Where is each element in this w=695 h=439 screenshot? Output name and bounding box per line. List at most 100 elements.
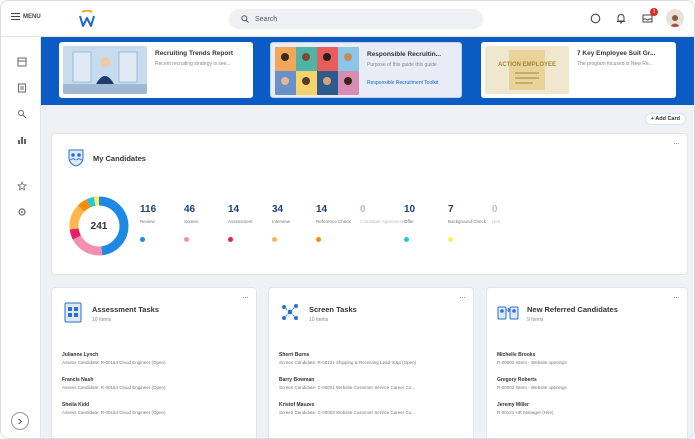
task-description: R-00002 Intern - Website openings xyxy=(497,360,567,365)
pipeline-stage[interactable]: 7 Background Check xyxy=(448,204,492,242)
stage-color-dot xyxy=(404,237,409,242)
stage-count: 14 xyxy=(228,204,240,215)
expand-sidebar-button[interactable] xyxy=(11,412,29,430)
more-options-icon[interactable]: ··· xyxy=(673,138,680,148)
candidate-name: Jeremy Miller xyxy=(497,402,529,408)
task-item[interactable]: Gregory Roberts R-00002 Intern - Website … xyxy=(497,377,682,390)
stage-label: Hire xyxy=(492,219,501,224)
task-item[interactable]: Julianne Lynch Assess Candidate: R-00164 … xyxy=(62,352,247,365)
donut-total: 241 xyxy=(90,220,108,232)
stage-label: Interview xyxy=(272,219,291,224)
banner-card-responsible-recruiting[interactable]: Responsible Recruitin... Purpose of this… xyxy=(270,42,462,98)
candidate-name: Gregory Roberts xyxy=(497,377,537,383)
task-description: Assess Candidate: R-00164 Cloud Engineer… xyxy=(62,385,166,390)
search-people-icon[interactable] xyxy=(17,109,27,119)
more-options-icon[interactable]: ··· xyxy=(673,292,680,302)
chat-icon[interactable] xyxy=(588,11,602,25)
hamburger-icon xyxy=(11,13,20,20)
stage-count: 10 xyxy=(404,204,416,215)
candidate-name: Sheila Kidd xyxy=(62,402,90,408)
banner-card-title: 7 Key Employee Suit Gr... xyxy=(577,50,656,57)
task-item[interactable]: Sheila Kidd Assess Candidate: R-00164 Clo… xyxy=(62,402,247,415)
stage-label: Assessment xyxy=(228,219,253,224)
task-item[interactable]: Jeremy Miller R-00121 HR Manager (Hire) xyxy=(497,402,682,415)
stage-label: Reference Check xyxy=(316,219,351,224)
add-card-button[interactable]: + Add Card xyxy=(644,113,686,125)
list-icon[interactable] xyxy=(17,83,27,93)
pipeline-stage[interactable]: 0 Hire xyxy=(492,204,536,242)
task-item[interactable]: Kristof Mauzes Screen Candidate: C-00003 … xyxy=(279,402,464,415)
network-nodes-icon xyxy=(282,304,298,320)
stage-count: 14 xyxy=(316,204,328,215)
banner-card-link[interactable]: Responsible Recruitment Toolkit xyxy=(367,80,441,86)
user-avatar[interactable] xyxy=(666,9,684,27)
task-description: Screen Candidate: R-00121 Shipping & Rec… xyxy=(279,360,417,365)
more-options-icon[interactable]: ··· xyxy=(242,292,249,302)
task-item[interactable]: Francis Nash Assess Candidate: R-00164 Cl… xyxy=(62,377,247,390)
candidates-donut-chart: 241 xyxy=(67,194,131,258)
menu-label: MENU xyxy=(23,13,41,20)
task-description: Assess Candidate: R-00164 Cloud Engineer… xyxy=(62,410,166,415)
candidate-name: Michelle Brooks xyxy=(497,352,536,358)
task-item[interactable]: Barry Bowman Screen Candidate: C-00001 We… xyxy=(279,377,464,390)
stage-label: Screen xyxy=(184,219,199,224)
banner-image xyxy=(275,47,359,95)
stage-color-dot xyxy=(272,237,277,242)
my-candidates-card: ··· My Candidates 241 116 Review 46 Screen 1… xyxy=(51,133,688,275)
screen-tasks-card: ··· Screen Tasks 10 Items Sherri Burns Sc… xyxy=(268,287,474,438)
stage-color-dot xyxy=(228,237,233,242)
banner-image xyxy=(63,46,147,94)
more-options-icon[interactable]: ··· xyxy=(459,292,466,302)
inbox-icon[interactable]: 1 xyxy=(640,8,658,25)
banner-card-subtitle: Purpose of this guide this guide xyxy=(367,62,437,68)
item-count: 9 Items xyxy=(527,317,544,323)
star-icon[interactable] xyxy=(17,181,27,191)
menu-button[interactable]: MENU xyxy=(11,13,41,20)
pipeline-stage[interactable]: 0 Candidate Agreement xyxy=(360,204,404,242)
stage-count: 0 xyxy=(360,204,366,215)
candidates-icon xyxy=(68,149,84,167)
task-description: R-00002 Intern - Website openings xyxy=(497,385,567,390)
pipeline-stage[interactable]: 116 Review xyxy=(140,204,184,242)
workday-logo[interactable] xyxy=(79,10,95,28)
search-bar[interactable]: Search xyxy=(229,9,483,29)
stage-color-dot xyxy=(184,237,189,242)
panel-title: New Referred Candidates xyxy=(527,305,618,314)
pipeline-stage[interactable]: 46 Screen xyxy=(184,204,228,242)
panel-title: Assessment Tasks xyxy=(92,305,159,314)
left-sidebar xyxy=(1,37,41,438)
stage-color-dot xyxy=(316,237,321,242)
stage-count: 7 xyxy=(448,204,454,215)
task-description: Assess Candidate: R-00164 Cloud Engineer… xyxy=(62,360,166,365)
pipeline-stages: 116 Review 46 Screen 14 Assessment 34 Interview… xyxy=(140,204,536,242)
task-item[interactable]: Michelle Brooks R-00002 Intern - Website … xyxy=(497,352,682,365)
candidate-name: Sherri Burns xyxy=(279,352,310,358)
search-placeholder: Search xyxy=(255,15,278,23)
stage-count: 116 xyxy=(140,204,157,215)
stage-label: Candidate Agreement xyxy=(360,219,404,224)
banner-image-text: ACTION EMPLOYEE xyxy=(498,62,556,68)
chevron-right-icon xyxy=(18,418,23,424)
home-icon[interactable] xyxy=(17,57,27,67)
task-description: R-00121 HR Manager (Hire) xyxy=(497,410,554,415)
banner-card-employee-groups[interactable]: ACTION EMPLOYEE 7 Key Employee Suit Gr..… xyxy=(481,42,676,98)
pipeline-stage[interactable]: 14 Assessment xyxy=(228,204,272,242)
notifications-bell-icon[interactable] xyxy=(614,11,628,25)
referral-people-icon xyxy=(497,306,519,320)
stage-label: Offer xyxy=(404,219,414,224)
banner-card-recruiting-trends[interactable]: Recruiting Trends Report Recent recruiti… xyxy=(59,42,253,98)
candidate-name: Kristof Mauzes xyxy=(279,402,315,408)
settings-gear-icon[interactable] xyxy=(17,207,27,217)
task-description: Screen Candidate: C-00003 Website Custom… xyxy=(279,410,415,415)
assessment-tasks-card: ··· Assessment Tasks 10 Items Julianne L… xyxy=(51,287,257,438)
org-chart-icon[interactable] xyxy=(17,135,27,145)
pipeline-stage[interactable]: 14 Reference Check xyxy=(316,204,360,242)
pipeline-stage[interactable]: 10 Offer xyxy=(404,204,448,242)
pipeline-stage[interactable]: 34 Interview xyxy=(272,204,316,242)
task-description: Screen Candidate: C-00001 Website Custom… xyxy=(279,385,415,390)
stage-color-dot xyxy=(140,237,145,242)
stage-color-dot xyxy=(448,237,453,242)
stage-label: Review xyxy=(140,219,155,224)
task-item[interactable]: Sherri Burns Screen Candidate: R-00121 Sh… xyxy=(279,352,464,365)
item-count: 10 Items xyxy=(309,317,329,323)
